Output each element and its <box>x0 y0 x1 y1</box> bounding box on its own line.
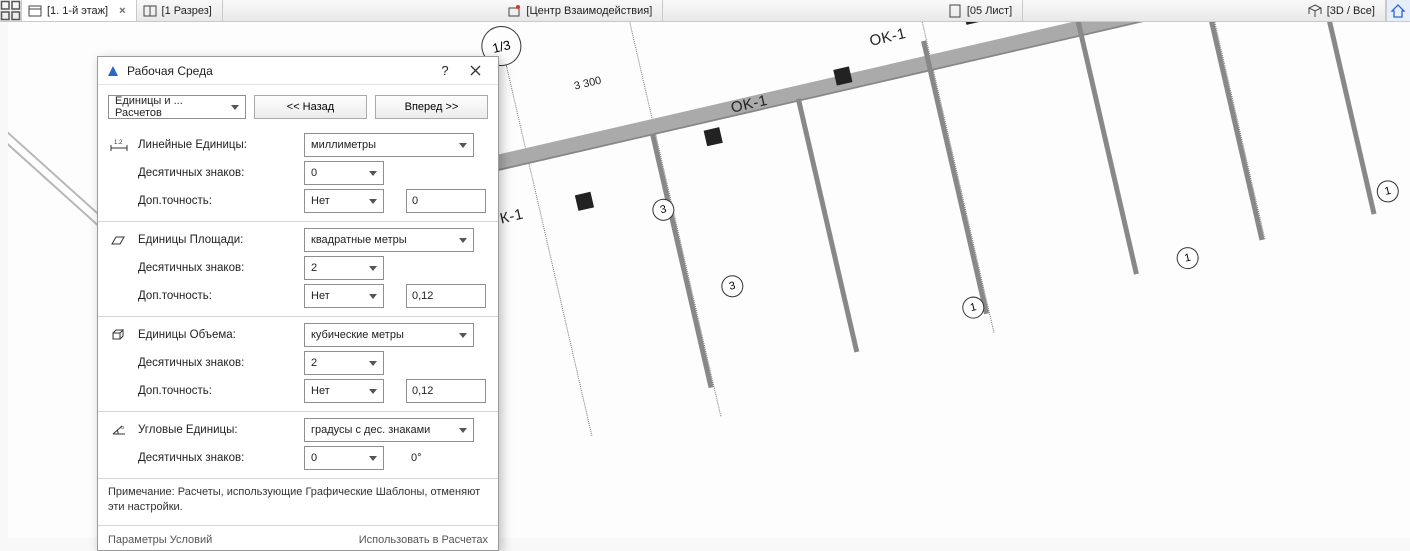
angle-sample-value: 0° <box>406 446 486 470</box>
tab-interaction-center[interactable]: [Центр Взаимодействия] <box>501 0 663 21</box>
volume-decimals-label: Десятичных знаков: <box>138 357 296 369</box>
linear-extra-accuracy-combo[interactable]: Нет <box>304 189 384 213</box>
area-units-combo[interactable]: квадратные метры <box>304 228 474 252</box>
volume-extra-accuracy-label: Доп.точность: <box>138 385 296 397</box>
linear-extra-accuracy-label: Доп.точность: <box>138 195 296 207</box>
window-tag: OK-1 <box>729 92 769 117</box>
linear-units-combo[interactable]: миллиметры <box>304 133 474 157</box>
plan-view-icon <box>28 4 42 18</box>
tab-label: [Центр Взаимодействия] <box>526 5 652 17</box>
prev-page-button[interactable]: << Назад <box>254 95 367 119</box>
linear-units-icon: 1.2 <box>110 138 128 152</box>
linear-decimals-combo[interactable]: 0 <box>304 161 384 185</box>
area-decimals-label: Десятичных знаков: <box>138 262 296 274</box>
grid-marker-small: 1 <box>1174 245 1200 271</box>
document-tab-bar: [1. 1-й этаж] × [1 Разрез] [Центр Взаимо… <box>0 0 1410 22</box>
close-icon <box>470 65 481 76</box>
dialog-titlebar[interactable]: Рабочая Среда ? <box>98 57 498 85</box>
tab-3d-view[interactable]: [3D / Все] <box>1302 0 1386 21</box>
window-tag: К-1 <box>498 206 525 228</box>
dimension-label: 3 300 <box>571 74 604 93</box>
linear-extra-accuracy-value[interactable]: 0 <box>406 189 486 213</box>
volume-extra-accuracy-combo[interactable]: Нет <box>304 379 384 403</box>
next-page-button[interactable]: Вперед >> <box>375 95 488 119</box>
area-units-icon <box>110 233 128 247</box>
close-button[interactable] <box>460 57 490 85</box>
area-extra-accuracy-value[interactable]: 0,12 <box>406 284 486 308</box>
grid-marker-small: 3 <box>719 273 745 299</box>
footer-left-label: Параметры Условий <box>108 534 212 546</box>
home-nav-icon <box>1390 3 1406 19</box>
layout-sheet-icon <box>948 4 962 18</box>
volume-extra-accuracy-value[interactable]: 0,12 <box>406 379 486 403</box>
navigator-toggle-button[interactable] <box>1386 0 1410 21</box>
interaction-center-icon <box>507 4 521 18</box>
tab-section[interactable]: [1 Разрез] <box>137 0 223 21</box>
angle-decimals-combo[interactable]: 0 <box>304 446 384 470</box>
preference-page-value: Единицы и ... Расчетов <box>115 95 227 119</box>
dialog-title: Рабочая Среда <box>127 64 430 78</box>
archicad-app-icon <box>106 64 120 78</box>
linear-decimals-label: Десятичных знаков: <box>138 167 296 179</box>
footer-right-label: Использовать в Расчетах <box>359 534 488 546</box>
working-units-dialog: Рабочая Среда ? Единицы и ... Расчетов <… <box>97 56 499 551</box>
section-view-icon <box>143 4 157 18</box>
angle-units-icon: α <box>110 423 128 437</box>
preference-page-selector[interactable]: Единицы и ... Расчетов <box>108 95 246 119</box>
close-tab-button[interactable]: × <box>119 5 125 17</box>
area-units-label: Единицы Площади: <box>138 234 296 246</box>
svg-text:1.2: 1.2 <box>114 140 123 146</box>
angle-units-combo[interactable]: градусы с дес. знаками <box>304 418 474 442</box>
cube-3d-icon <box>1308 4 1322 18</box>
linear-units-label: Линейные Единицы: <box>138 139 296 151</box>
help-button[interactable]: ? <box>430 57 460 85</box>
volume-units-icon <box>110 328 128 342</box>
grid-marker-small: 1 <box>1375 178 1401 204</box>
svg-text:α: α <box>121 425 124 431</box>
angle-units-label: Угловые Единицы: <box>138 424 296 436</box>
volume-units-label: Единицы Объема: <box>138 329 296 341</box>
tab-label: [3D / Все] <box>1327 5 1375 17</box>
volume-decimals-combo[interactable]: 2 <box>304 351 384 375</box>
volume-units-combo[interactable]: кубические метры <box>304 323 474 347</box>
angle-decimals-label: Десятичных знаков: <box>138 452 296 464</box>
tab-label: [1. 1-й этаж] <box>47 5 108 17</box>
tab-floor-plan[interactable]: [1. 1-й этаж] × <box>22 0 137 21</box>
area-decimals-combo[interactable]: 2 <box>304 256 384 280</box>
area-extra-accuracy-label: Доп.точность: <box>138 290 296 302</box>
tab-layout-sheet[interactable]: [05 Лист] <box>942 0 1023 21</box>
tab-label: [1 Разрез] <box>162 5 212 17</box>
tab-label: [05 Лист] <box>967 5 1012 17</box>
window-layout-button[interactable] <box>0 0 22 21</box>
window-tag: OK-1 <box>868 25 908 50</box>
override-note: Примечание: Расчеты, использующие Графич… <box>98 478 498 525</box>
area-extra-accuracy-combo[interactable]: Нет <box>304 284 384 308</box>
